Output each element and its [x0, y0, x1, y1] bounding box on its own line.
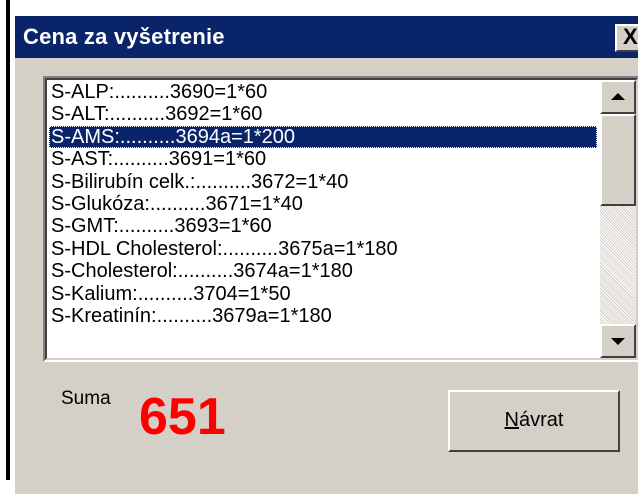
- dialog-title: Cena za vyšetrenie: [23, 24, 225, 49]
- list-item[interactable]: S-ALP:..........3690=1*60: [49, 81, 597, 103]
- sum-label: Suma: [61, 388, 111, 409]
- list-item[interactable]: S-Cholesterol:..........3674a=1*180: [49, 260, 597, 282]
- vertical-scrollbar[interactable]: [600, 80, 636, 358]
- list-item[interactable]: S-ALT:..........3692=1*60: [49, 103, 597, 125]
- scroll-up-button[interactable]: [600, 80, 636, 114]
- scroll-down-button[interactable]: [600, 324, 636, 358]
- return-button-label: ávrat: [518, 409, 564, 431]
- return-button-mnemonic: N: [504, 409, 519, 431]
- list-item[interactable]: S-Kalium:..........3704=1*50: [49, 283, 597, 305]
- close-button[interactable]: X: [615, 24, 638, 52]
- exam-listbox[interactable]: S-ALP:..........3690=1*60 S-ALT:.........…: [43, 76, 638, 362]
- exam-list[interactable]: S-ALP:..........3690=1*60 S-ALT:.........…: [49, 81, 597, 357]
- list-item[interactable]: S-GMT:..........3693=1*60: [49, 215, 597, 237]
- sum-value: 651: [139, 388, 226, 446]
- background-top: [13, 0, 638, 14]
- list-item[interactable]: S-AMS:..........3694a=1*200: [49, 125, 597, 149]
- list-item[interactable]: S-Kreatinín:..........3679a=1*180: [49, 305, 597, 327]
- price-dialog: Cena za vyšetrenie X S-ALP:..........369…: [13, 14, 638, 494]
- arrow-up-icon: [611, 93, 625, 100]
- list-item[interactable]: S-Bilirubín celk.:..........3672=1*40: [49, 171, 597, 193]
- close-icon: X: [623, 24, 638, 49]
- list-item[interactable]: S-Glukóza:..........3671=1*40: [49, 193, 597, 215]
- listbox-frame: S-ALP:..........3690=1*60 S-ALT:.........…: [45, 78, 638, 360]
- list-item[interactable]: S-AST:..........3691=1*60: [49, 148, 597, 170]
- scroll-thumb[interactable]: [600, 114, 636, 206]
- list-item[interactable]: S-HDL Cholesterol:..........3675a=1*180: [49, 238, 597, 260]
- arrow-down-icon: [611, 338, 625, 345]
- return-button[interactable]: Návrat: [448, 390, 620, 452]
- title-bar[interactable]: Cena za vyšetrenie X: [15, 16, 638, 58]
